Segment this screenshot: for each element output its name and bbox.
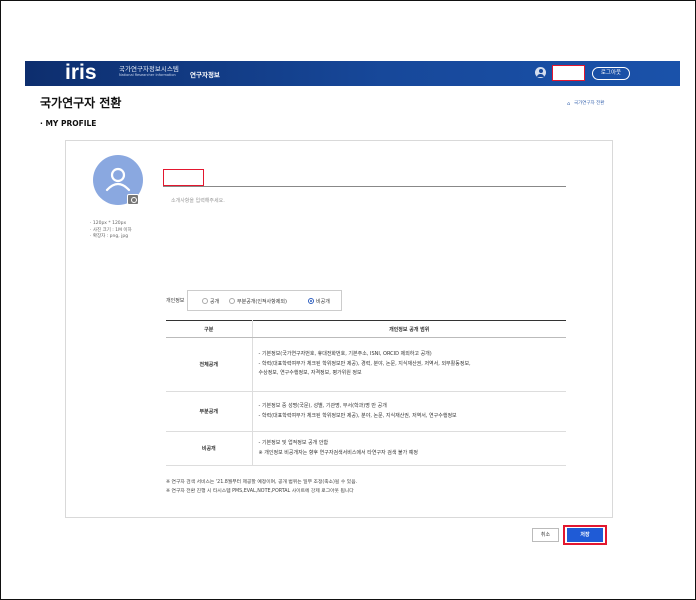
radio-public[interactable]: 공개: [202, 298, 219, 306]
user-icon: [535, 67, 546, 78]
iris-logo[interactable]: iris: [65, 62, 97, 84]
system-name: 국가연구자정보시스템 National Researcher Informati…: [119, 66, 179, 77]
table-row: 전체공개 - 기본정보(국가연구자번호, 휴대전화번호, 기본주소, ISNI,…: [166, 337, 566, 392]
description-line: - 학력(대표학력여부가 체크된 학위정보만 제공), 분야, 논문, 지식재산…: [258, 412, 457, 419]
column-header-category: 구분: [166, 320, 253, 338]
radio-partial[interactable]: 부분공개(인적사항제외): [229, 298, 287, 306]
breadcrumb[interactable]: ⌂ 국가연구자 전환: [567, 100, 605, 107]
footnote: ※ 연구자 검색 서비스는 '21.8월부터 제공할 예정이며, 공개 범위는 …: [166, 480, 358, 485]
row-description: - 기본정보 중 성명(국문), 성별, 기관명, 부서(학과)명 만 공개 -…: [252, 391, 566, 432]
row-description: - 기본정보(국가연구자번호, 휴대전화번호, 기본주소, ISNI, ORCI…: [252, 337, 566, 392]
column-header-scope: 개인정보 공개 범위: [252, 320, 566, 338]
description-line: ※ 개인정보 비공개자는 향후 연구자검색서비스에서 타연구자 검색 불가 예정: [258, 449, 419, 456]
description-line: - 기본정보 중 성명(국문), 성별, 기관명, 부서(학과)명 만 공개: [258, 403, 387, 409]
breadcrumb-current: 국가연구자 전환: [574, 101, 605, 106]
description-line: 수상정보, 연구수행정보, 자격정보, 평가위원 정보: [258, 370, 362, 377]
radio-private-label: 비공개: [316, 299, 330, 305]
radio-private[interactable]: 비공개: [308, 298, 330, 306]
save-button[interactable]: 저장: [567, 528, 603, 542]
photo-note-size: · 120px * 120px: [90, 221, 127, 226]
radio-circle[interactable]: [229, 298, 235, 304]
home-icon: ⌂: [567, 101, 571, 107]
row-category: 전체공개: [166, 337, 253, 392]
radio-circle[interactable]: [202, 298, 208, 304]
description-line: - 기본정보 및 업적정보 공개 안함: [258, 440, 329, 446]
privacy-radio-group: 공개 부분공개(인적사항제외) 비공개: [187, 290, 342, 311]
page-title: 국가연구자 전환: [40, 96, 122, 110]
row-category: 비공개: [166, 431, 253, 466]
table-row: 비공개 - 기본정보 및 업적정보 공개 안함 ※ 개인정보 비공개자는 향후 …: [166, 431, 566, 466]
system-name-korean: 국가연구자정보시스템: [119, 65, 179, 73]
name-underline: [163, 186, 566, 187]
photo-requirements: · 120px * 120px · 사진 크기 : 1M 이하 · 확장자 : …: [90, 221, 132, 241]
row-description: - 기본정보 및 업적정보 공개 안함 ※ 개인정보 비공개자는 향후 연구자검…: [252, 431, 566, 466]
privacy-label: 개인정보: [166, 298, 185, 304]
name-field-highlight[interactable]: [163, 169, 204, 186]
logout-button[interactable]: 로그아웃: [592, 67, 630, 80]
radio-public-label: 공개: [210, 299, 220, 305]
user-name-highlight: [552, 65, 585, 81]
description-line: - 학력(대표학력여부가 체크된 학위정보만 제공), 경력, 분야, 논문, …: [258, 360, 471, 367]
description-line: - 기본정보(국가연구자번호, 휴대전화번호, 기본주소, ISNI, ORCI…: [258, 351, 432, 358]
section-title: · MY PROFILE: [40, 119, 97, 128]
table-row: 부분공개 - 기본정보 중 성명(국문), 성별, 기관명, 부서(학과)명 만…: [166, 391, 566, 432]
row-category: 부분공개: [166, 391, 253, 432]
photo-note-extension: · 확장자 : png, jpg: [90, 234, 129, 239]
radio-circle-selected[interactable]: [308, 298, 314, 304]
cancel-button[interactable]: 취소: [532, 528, 559, 542]
footnotes: ※ 연구자 검색 서비스는 '21.8월부터 제공할 예정이며, 공개 범위는 …: [166, 478, 357, 496]
top-navigation-bar: iris 국가연구자정보시스템 National Researcher Info…: [25, 61, 680, 86]
camera-icon[interactable]: [127, 194, 139, 205]
footnote: ※ 연구자 전환 진행 시 타시스템 PMS,EVAL,NOTE,PORTAL …: [166, 489, 354, 494]
table-header-row: 구분 개인정보 공개 범위: [166, 320, 566, 338]
intro-input[interactable]: 소개사항을 입력해주세요.: [171, 197, 225, 204]
system-name-english: National Researcher Information: [119, 72, 176, 77]
radio-partial-label: 부분공개(인적사항제외): [237, 299, 287, 305]
disclosure-scope-table: 구분 개인정보 공개 범위 전체공개 - 기본정보(국가연구자번호, 휴대전화번…: [166, 320, 566, 466]
menu-researcher-info[interactable]: 연구자정보: [190, 69, 220, 79]
